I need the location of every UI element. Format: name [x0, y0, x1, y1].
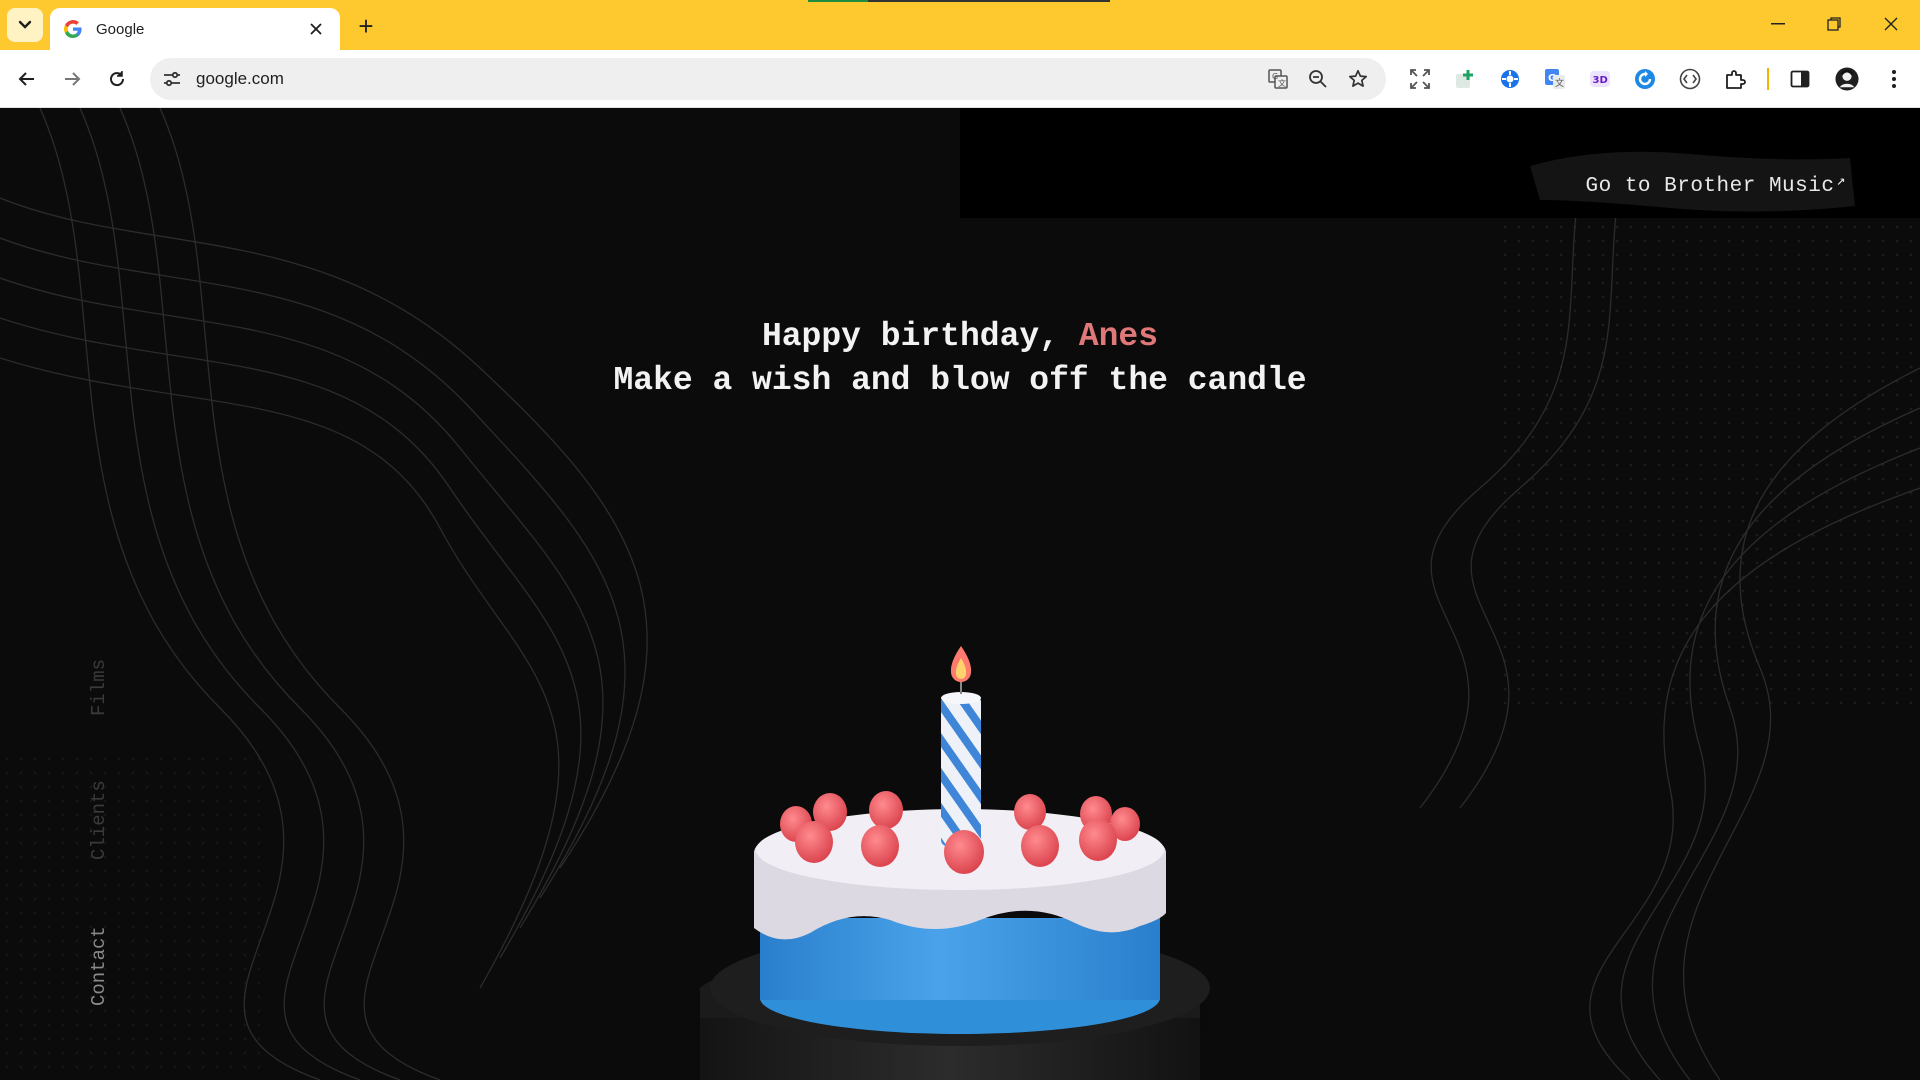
zoom-out-icon[interactable] — [1306, 67, 1330, 91]
side-nav-contact[interactable]: Contact — [88, 926, 110, 1006]
url-text[interactable]: google.com — [196, 69, 284, 89]
svg-text:文: 文 — [1278, 78, 1286, 88]
page-content: Go to Brother Music ↗ Happy birthday, Ane… — [0, 108, 1920, 1080]
minimize-button[interactable] — [1756, 8, 1800, 40]
new-tab-button[interactable]: + — [352, 12, 380, 40]
toolbar-separator — [1767, 68, 1769, 90]
tune-icon[interactable] — [160, 67, 184, 91]
svg-text:3D: 3D — [1593, 75, 1608, 86]
gear-extension-icon[interactable] — [1498, 67, 1522, 91]
kebab-menu-icon[interactable] — [1882, 67, 1906, 91]
brother-music-link-label: Go to Brother Music — [1585, 175, 1835, 198]
star-icon[interactable] — [1346, 67, 1370, 91]
tab-search-button[interactable] — [7, 8, 43, 42]
birthday-message: Happy birthday, Anes Make a wish and blo… — [0, 315, 1920, 403]
3d-extension-icon[interactable]: 3D — [1588, 67, 1612, 91]
google-favicon-icon — [64, 20, 82, 38]
browser-toolbar: google.com G文 G文 3D — [0, 50, 1920, 108]
loading-progress — [808, 0, 1110, 2]
avatar[interactable] — [1835, 67, 1859, 91]
side-nav-clients[interactable]: Clients — [88, 780, 110, 860]
address-bar[interactable]: google.com G文 — [150, 58, 1386, 100]
forward-button[interactable] — [55, 62, 89, 96]
brother-music-link[interactable]: Go to Brother Music ↗ — [1586, 171, 1846, 198]
restore-button[interactable] — [1812, 8, 1856, 40]
plus-extension-icon[interactable] — [1453, 67, 1477, 91]
side-nav-films[interactable]: Films — [88, 659, 110, 716]
chevron-down-icon — [18, 20, 32, 29]
forward-arrow-icon — [65, 72, 81, 86]
browser-tab[interactable]: Google — [50, 8, 340, 50]
greeting-line: Happy birthday, Anes — [0, 315, 1920, 359]
fullscreen-icon[interactable] — [1408, 67, 1432, 91]
browser-titlebar: Google + — [0, 0, 1920, 50]
side-panel-icon[interactable] — [1788, 67, 1812, 91]
close-tab-icon[interactable] — [306, 19, 326, 39]
back-button[interactable] — [10, 62, 44, 96]
instruction-text: Make a wish and blow off the candle — [613, 362, 1307, 399]
greeting-text: Happy birthday, — [761, 318, 1060, 355]
birthday-cake-illustration[interactable] — [690, 528, 1230, 1080]
reload-button[interactable] — [100, 62, 134, 96]
back-arrow-icon — [18, 72, 34, 86]
external-link-arrow-icon: ↗ — [1836, 173, 1846, 190]
recipient-name: Anes — [1078, 318, 1159, 355]
reload-icon — [110, 71, 125, 87]
puzzle-icon[interactable] — [1723, 67, 1747, 91]
translate-icon[interactable]: G文 — [1266, 67, 1290, 91]
tab-title: Google — [96, 20, 145, 38]
refresh-extension-icon[interactable] — [1633, 67, 1657, 91]
svg-text:文: 文 — [1555, 77, 1564, 89]
close-window-button[interactable] — [1869, 8, 1913, 40]
code-extension-icon[interactable] — [1678, 67, 1702, 91]
google-translate-icon[interactable]: G文 — [1543, 67, 1567, 91]
